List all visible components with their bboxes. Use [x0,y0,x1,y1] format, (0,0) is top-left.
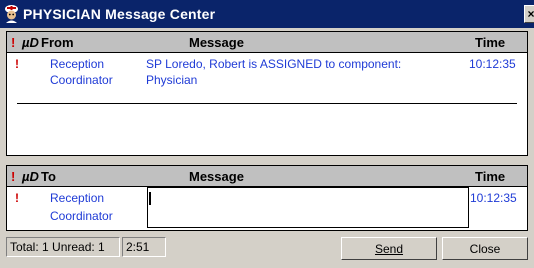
received-messages-list[interactable]: ! µD From Message Time ! Reception Coord… [6,31,528,156]
window-title: PHYSICIAN Message Center [23,6,216,22]
time-column-header[interactable]: Time [475,35,505,50]
compose-header: ! µD To Message Time [7,166,527,187]
to-column-header: To [41,169,56,184]
compose-message-pane: ! µD To Message Time ! Reception Coordin… [6,165,528,231]
compose-message-header: Message [189,169,244,184]
window-close-button[interactable]: × [524,5,534,23]
status-bar: Total: 1 Unread: 1 2:51 Send Close [0,231,534,268]
compose-message-input[interactable] [147,187,469,228]
message-text-line-2: Physician [146,73,198,87]
compose-time: 10:12:35 [470,191,517,205]
priority-flag-icon[interactable]: ! [15,190,19,207]
compose-time-header: Time [475,169,506,184]
row-divider [17,103,517,104]
recipient-line-1[interactable]: Reception [50,190,104,207]
text-cursor [149,192,151,205]
send-button-label: Send [374,241,404,256]
compose-attachment-header: µD [22,169,39,184]
message-center-window: PHYSICIAN Message Center × ! µD From Mes… [0,0,534,268]
flag-column-header[interactable]: ! [11,35,15,50]
message-counts: Total: 1 Unread: 1 [6,237,120,257]
message-column-header[interactable]: Message [189,35,244,50]
physician-app-icon [5,5,18,23]
received-list-header: ! µD From Message Time [7,32,527,53]
message-time: 10:12:35 [469,57,516,71]
unread-flag-icon: ! [15,57,19,71]
close-button[interactable]: Close [442,237,528,260]
attachment-column-header[interactable]: µD [22,35,39,50]
recipient-line-2[interactable]: Coordinator [50,208,113,225]
title-bar[interactable]: PHYSICIAN Message Center × [0,0,534,28]
send-button[interactable]: Send [341,237,437,260]
sender-line-2: Coordinator [50,73,113,87]
sender-line-1: Reception [50,57,105,71]
status-clock: 2:51 [122,237,166,257]
from-column-header[interactable]: From [41,35,74,50]
message-text-line-1: SP Loredo, Robert is ASSIGNED to compone… [146,57,402,71]
compose-flag-header: ! [11,169,16,184]
